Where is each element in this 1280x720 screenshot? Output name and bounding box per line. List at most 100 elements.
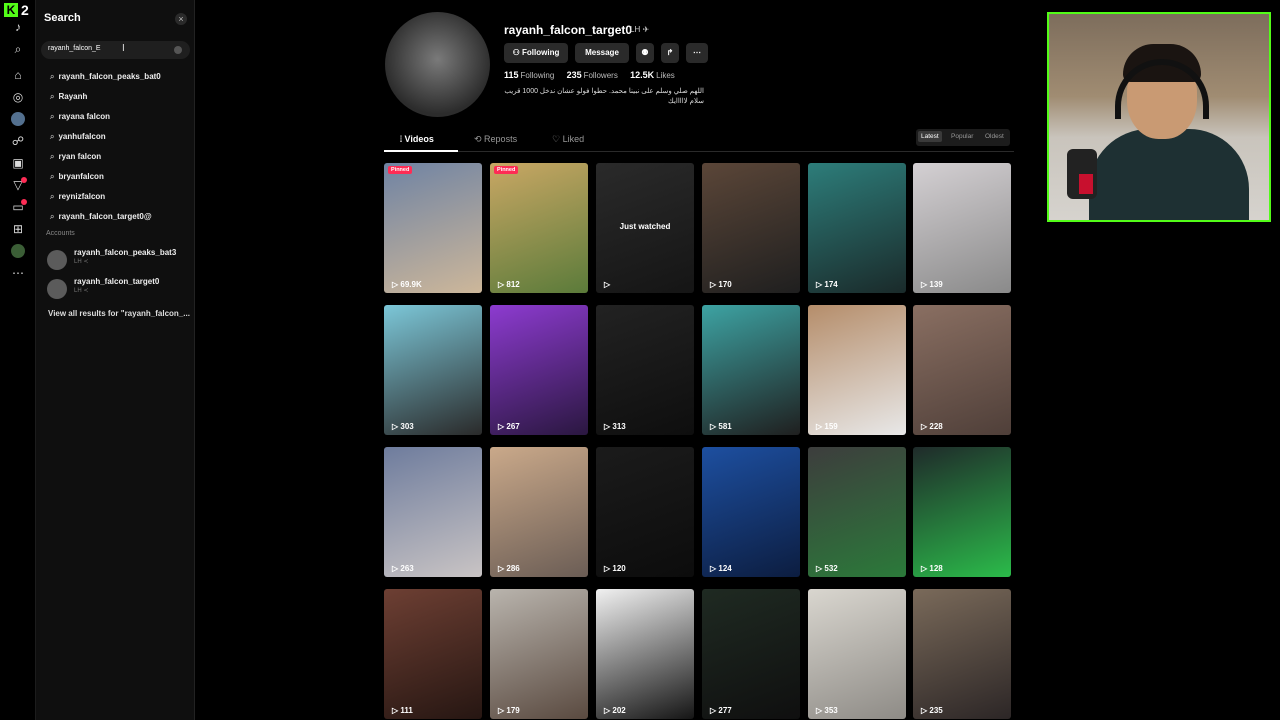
video-tile[interactable]: ▷ 124 — [702, 447, 800, 577]
video-tile[interactable]: ▷ 277 — [702, 589, 800, 719]
message-button[interactable]: Message — [575, 43, 629, 63]
account-result[interactable]: rayanh_falcon_peaks_bat3 LH ≺ — [47, 248, 192, 270]
sort-popular[interactable]: Popular — [951, 133, 973, 140]
live-icon[interactable] — [11, 112, 25, 126]
video-tile[interactable]: ▷ 532 — [808, 447, 906, 577]
view-count: ▷ 286 — [498, 564, 520, 573]
tab-videos[interactable]: ⦙ Videos — [400, 134, 434, 145]
view-count: ▷ 277 — [710, 706, 732, 715]
video-tile[interactable]: ▷ 202 — [596, 589, 694, 719]
view-count-value: 235 — [929, 706, 943, 715]
view-count: ▷ 69.9K — [392, 280, 422, 289]
following-icon[interactable]: ☍ — [11, 134, 25, 148]
tiktok-logo-icon[interactable]: ♪ — [11, 20, 25, 34]
following-button[interactable]: ⚇ Following — [504, 43, 568, 63]
search-suggestion[interactable]: ⌕ rayanh_falcon_peaks_bat0 — [50, 72, 161, 82]
view-count: ▷ 228 — [921, 422, 943, 431]
video-tile[interactable]: ▷ 128 — [913, 447, 1011, 577]
video-tile[interactable]: ▷ 263 — [384, 447, 482, 577]
video-tile[interactable]: ▷ 228 — [913, 305, 1011, 435]
webcam-person — [1089, 129, 1249, 220]
video-tile[interactable]: ▷ 313 — [596, 305, 694, 435]
account-sub: LH ≺ — [74, 259, 89, 265]
view-count-value: 353 — [824, 706, 838, 715]
profile-icon[interactable] — [11, 244, 25, 258]
video-tile[interactable]: Pinned ▷ 812 — [490, 163, 588, 293]
search-suggestion[interactable]: ⌕ Rayanh — [50, 92, 87, 102]
video-tile[interactable]: ▷ 581 — [702, 305, 800, 435]
messages-badge — [21, 199, 27, 205]
view-count: ▷ 128 — [921, 564, 943, 573]
view-count-value: 69.9K — [400, 280, 422, 289]
video-tile[interactable]: ▷ 174 — [808, 163, 906, 293]
video-tile[interactable]: ▷ 303 — [384, 305, 482, 435]
following-count: 115 — [504, 70, 519, 80]
more-icon[interactable]: ⋯ — [11, 266, 25, 280]
activity-badge — [21, 177, 27, 183]
view-count: ▷ 353 — [816, 706, 838, 715]
view-all-results-link[interactable]: View all results for "rayanh_falcon_... — [48, 309, 190, 318]
microphone-light — [1079, 174, 1093, 194]
view-count-value: 174 — [824, 280, 838, 289]
search-icon[interactable]: ⌕ — [11, 42, 25, 56]
video-tile[interactable]: ▷ 170 — [702, 163, 800, 293]
video-tile[interactable]: ▷ 159 — [808, 305, 906, 435]
add-friend-icon[interactable]: ⚉ — [636, 43, 654, 63]
search-suggestion[interactable]: ⌕ ryan falcon — [50, 152, 101, 162]
sort-latest[interactable]: Latest — [918, 131, 942, 142]
view-count: ▷ 124 — [710, 564, 732, 573]
view-count-value: 286 — [506, 564, 520, 573]
view-count: ▷ 170 — [710, 280, 732, 289]
home-icon[interactable]: ⌂ — [11, 68, 25, 82]
account-result[interactable]: rayanh_falcon_target0 LH ≺ — [47, 277, 192, 299]
profile-bio: اللهم صلي وسلم على نبينا محمد. حطوا فولو… — [504, 88, 704, 105]
view-count-value: 128 — [929, 564, 943, 573]
search-suggestion[interactable]: ⌕ bryanfalcon — [50, 172, 104, 182]
search-suggestion[interactable]: ⌕ reynizfalcon — [50, 192, 105, 202]
video-tile[interactable]: ▷ 286 — [490, 447, 588, 577]
share-icon[interactable]: ↱ — [661, 43, 679, 63]
avatar — [47, 250, 67, 270]
more-options-icon[interactable]: ⋯ — [686, 43, 708, 63]
video-tile[interactable]: Pinned ▷ 69.9K — [384, 163, 482, 293]
video-tile[interactable]: ▷ 267 — [490, 305, 588, 435]
just-watched-label: Just watched — [619, 222, 671, 231]
view-count-value: 581 — [718, 422, 732, 431]
video-tile[interactable]: ▷ 353 — [808, 589, 906, 719]
clear-input-icon[interactable] — [174, 46, 182, 54]
tab-liked[interactable]: ♡ Liked — [552, 134, 584, 145]
tab-reposts[interactable]: ⟲ Reposts — [474, 134, 517, 145]
video-tile[interactable]: Just watched ▷ — [596, 163, 694, 293]
search-panel: Search × rayanh_falcon_E I ⌕ rayanh_falco… — [36, 0, 195, 720]
search-suggestion[interactable]: ⌕ rayana falcon — [50, 112, 110, 122]
view-count: ▷ 235 — [921, 706, 943, 715]
video-tile[interactable]: ▷ 179 — [490, 589, 588, 719]
following-icon: ⚇ — [512, 48, 523, 57]
view-count-value: 267 — [506, 422, 520, 431]
close-icon[interactable]: × — [175, 13, 187, 25]
sort-oldest[interactable]: Oldest — [985, 133, 1004, 140]
reposts-icon: ⟲ — [474, 134, 485, 144]
explore-icon[interactable]: ◎ — [11, 90, 25, 104]
pinned-badge: Pinned — [494, 166, 519, 174]
video-tile[interactable]: ▷ 139 — [913, 163, 1011, 293]
view-count: ▷ 120 — [604, 564, 626, 573]
search-query[interactable]: rayanh_falcon_E — [48, 45, 101, 52]
add-icon[interactable]: ⊞ — [11, 222, 25, 236]
search-input[interactable]: rayanh_falcon_E I — [41, 41, 190, 59]
view-count-value: 228 — [929, 422, 943, 431]
view-count-value: 159 — [824, 422, 838, 431]
search-icon: ⌕ — [50, 152, 55, 161]
video-tile[interactable]: ▷ 111 — [384, 589, 482, 719]
view-count-value: 170 — [718, 280, 732, 289]
search-suggestion[interactable]: ⌕ rayanh_falcon_target0@ — [50, 212, 152, 222]
video-tile[interactable]: ▷ 235 — [913, 589, 1011, 719]
search-icon: ⌕ — [50, 132, 55, 141]
video-tile[interactable]: ▷ 120 — [596, 447, 694, 577]
upload-icon[interactable]: ▣ — [11, 156, 25, 170]
search-suggestion[interactable]: ⌕ yanhufalcon — [50, 132, 106, 142]
following-count-label: Following — [520, 71, 555, 80]
search-suggestion-label: rayanh_falcon_peaks_bat0 — [58, 72, 161, 81]
view-count-value: 263 — [400, 564, 414, 573]
account-sub: LH ≺ — [74, 288, 89, 294]
